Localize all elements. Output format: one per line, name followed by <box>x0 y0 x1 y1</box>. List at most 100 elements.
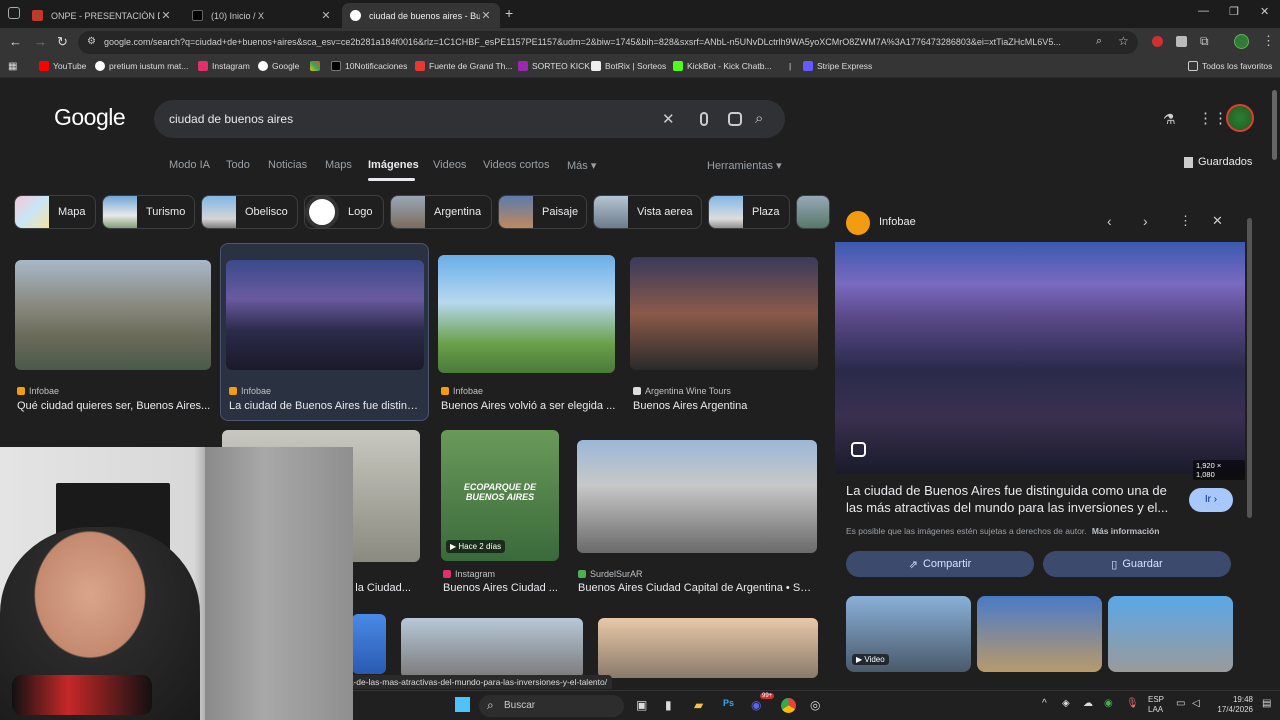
close-tab-icon[interactable]: ✕ <box>160 9 172 22</box>
nav-imagenes[interactable]: Imágenes <box>368 159 419 171</box>
search-box[interactable]: ciudad de buenos aires ✕ ⌕ <box>154 100 785 138</box>
bookmark-sorteo-kick[interactable]: SORTEO KICK <box>518 61 590 71</box>
windows-start-icon[interactable] <box>455 697 470 712</box>
tab-x[interactable]: (10) Inicio / X ✕ <box>184 3 340 28</box>
chip-argentina[interactable]: Argentina <box>390 195 492 229</box>
bookmark-colorful[interactable] <box>310 61 324 71</box>
result-title[interactable]: Buenos Aires Ciudad Capital de Argentina… <box>578 582 817 594</box>
address-bar[interactable]: ⚙ google.com/search?q=ciudad+de+buenos+a… <box>78 31 1138 54</box>
nav-maps[interactable]: Maps <box>325 159 352 171</box>
chip-turismo[interactable]: Turismo <box>102 195 195 229</box>
more-info-link[interactable]: Más información <box>1092 526 1160 536</box>
apps-grid-icon[interactable]: ▦ <box>8 61 17 72</box>
app-icon[interactable]: ▮ <box>665 698 672 712</box>
tray-icon-2[interactable]: ☁ <box>1083 698 1093 709</box>
chip-paisaje[interactable]: Paisaje <box>498 195 587 229</box>
bookmark-grandtheft[interactable]: Fuente de Grand Th... <box>415 61 512 71</box>
back-icon[interactable]: ← <box>9 34 22 49</box>
google-apps-icon[interactable]: ⋮⋮ <box>1198 109 1228 127</box>
bookmark-star-icon[interactable]: ☆ <box>1118 34 1129 48</box>
nav-todo[interactable]: Todo <box>226 159 250 171</box>
obs-icon[interactable]: ◎ <box>810 698 820 712</box>
lens-camera-icon[interactable] <box>728 112 742 126</box>
nav-modo-ia[interactable]: Modo IA <box>169 159 210 171</box>
result-title[interactable]: Qué ciudad quieres ser, Buenos Aires... <box>17 400 211 412</box>
taskbar-search[interactable]: ⌕ Buscar <box>479 695 624 717</box>
bookmark-youtube[interactable]: YouTube <box>39 61 86 71</box>
panel-scrollbar[interactable] <box>1247 218 1252 518</box>
result-image-7[interactable] <box>577 440 817 553</box>
close-panel-icon[interactable]: ✕ <box>1212 213 1223 229</box>
extension-red-icon[interactable] <box>1152 36 1163 47</box>
file-explorer-icon[interactable]: ▰ <box>694 698 703 712</box>
browser-menu-icon[interactable]: ⋮ <box>1262 33 1275 49</box>
tab-onpe[interactable]: ONPE - PRESENTACIÓN DE RES ✕ <box>24 3 180 28</box>
nav-noticias[interactable]: Noticias <box>268 159 307 171</box>
nav-videos-cortos[interactable]: Videos cortos <box>483 159 549 171</box>
bookmark-instagram[interactable]: Instagram <box>198 61 250 71</box>
result-title[interactable]: La ciudad de Buenos Aires fue disting... <box>229 400 421 412</box>
task-view-icon[interactable]: ▣ <box>636 698 647 712</box>
previous-icon[interactable]: ‹ <box>1107 213 1112 229</box>
page-scrollbar[interactable] <box>1272 90 1277 160</box>
bookmark-google[interactable]: Google <box>258 61 299 71</box>
zoom-icon[interactable]: ⌕ <box>1096 35 1102 48</box>
result-image-3[interactable] <box>438 255 615 373</box>
close-tab-icon[interactable]: ✕ <box>480 9 492 22</box>
close-tab-icon[interactable]: ✕ <box>320 9 332 22</box>
result-title[interactable]: Buenos Aires volvió a ser elegida ... <box>441 400 616 412</box>
tools-button[interactable]: Herramientas ▾ <box>707 159 782 172</box>
extensions-puzzle-icon[interactable]: ⧉ <box>1200 34 1209 49</box>
network-icon[interactable]: ▭ <box>1176 698 1185 709</box>
google-logo[interactable]: Google <box>54 104 126 131</box>
search-icon[interactable]: ⌕ <box>755 110 763 127</box>
nav-mas[interactable]: Más ▾ <box>567 159 596 172</box>
all-bookmarks[interactable]: Todos los favoritos <box>1188 61 1272 71</box>
panel-title[interactable]: La ciudad de Buenos Aires fue distinguid… <box>846 482 1181 516</box>
result-image-6[interactable]: ECOPARQUE DE BUENOS AIRES ▶ Hace 2 días <box>441 430 559 561</box>
clear-icon[interactable]: ✕ <box>662 110 675 128</box>
tray-chevron-icon[interactable]: ^ <box>1042 698 1047 709</box>
next-icon[interactable]: › <box>1143 213 1148 229</box>
restore-icon[interactable]: ❐ <box>1229 5 1239 18</box>
tab-google-search[interactable]: ciudad de buenos aires - Busca ✕ <box>342 3 500 28</box>
chip-vista-aerea[interactable]: Vista aerea <box>593 195 702 229</box>
result-image-1[interactable] <box>15 260 211 370</box>
nav-videos[interactable]: Videos <box>433 159 466 171</box>
volume-icon[interactable]: ◁ <box>1192 698 1200 709</box>
bookmark-botrix[interactable]: BotRix | Sorteos <box>591 61 666 71</box>
more-options-icon[interactable]: ⋮ <box>1179 213 1192 229</box>
tray-icon-3[interactable]: ◉ <box>1104 698 1113 709</box>
result-image-9[interactable] <box>401 618 583 678</box>
result-image-10[interactable] <box>598 618 818 678</box>
result-image-2[interactable] <box>226 260 424 370</box>
microphone-icon[interactable] <box>700 112 708 126</box>
chrome-icon[interactable] <box>781 698 796 713</box>
tray-microphone-icon[interactable]: 🎙 <box>1126 698 1139 709</box>
language-indicator[interactable]: ESP LAA <box>1148 695 1164 715</box>
new-tab-icon[interactable]: + <box>505 5 513 21</box>
reload-icon[interactable]: ↻ <box>57 34 68 50</box>
bookmark-stripe[interactable]: Stripe Express <box>803 61 872 71</box>
url-text[interactable]: google.com/search?q=ciudad+de+buenos+air… <box>104 37 1079 47</box>
search-input[interactable]: ciudad de buenos aires <box>169 112 293 126</box>
go-button[interactable]: Ir › <box>1189 488 1233 512</box>
labs-flask-icon[interactable]: ⚗ <box>1163 111 1176 128</box>
bookmark-kickbot[interactable]: KickBot - Kick Chatb... <box>673 61 772 71</box>
related-image-1[interactable]: ▶ Video <box>846 596 971 672</box>
photoshop-icon[interactable]: Ps <box>723 698 734 708</box>
discord-icon[interactable]: ◉ <box>751 698 761 712</box>
profile-avatar[interactable] <box>1234 34 1249 49</box>
tab-menu-icon[interactable] <box>8 7 20 19</box>
result-title[interactable]: Buenos Aires Argentina <box>633 400 818 412</box>
save-button[interactable]: ▯ Guardar <box>1043 551 1231 577</box>
bookmark-x[interactable]: 10Notificaciones <box>331 61 407 71</box>
window-close-icon[interactable]: ✕ <box>1260 5 1269 18</box>
notifications-icon[interactable]: ▤ <box>1262 698 1271 709</box>
minimize-icon[interactable]: — <box>1198 5 1209 17</box>
result-image-8[interactable] <box>352 614 386 674</box>
related-image-2[interactable] <box>977 596 1102 672</box>
account-avatar[interactable] <box>1226 104 1254 132</box>
tray-icon-1[interactable]: ◈ <box>1062 698 1070 709</box>
extension-icon[interactable] <box>1176 36 1187 47</box>
